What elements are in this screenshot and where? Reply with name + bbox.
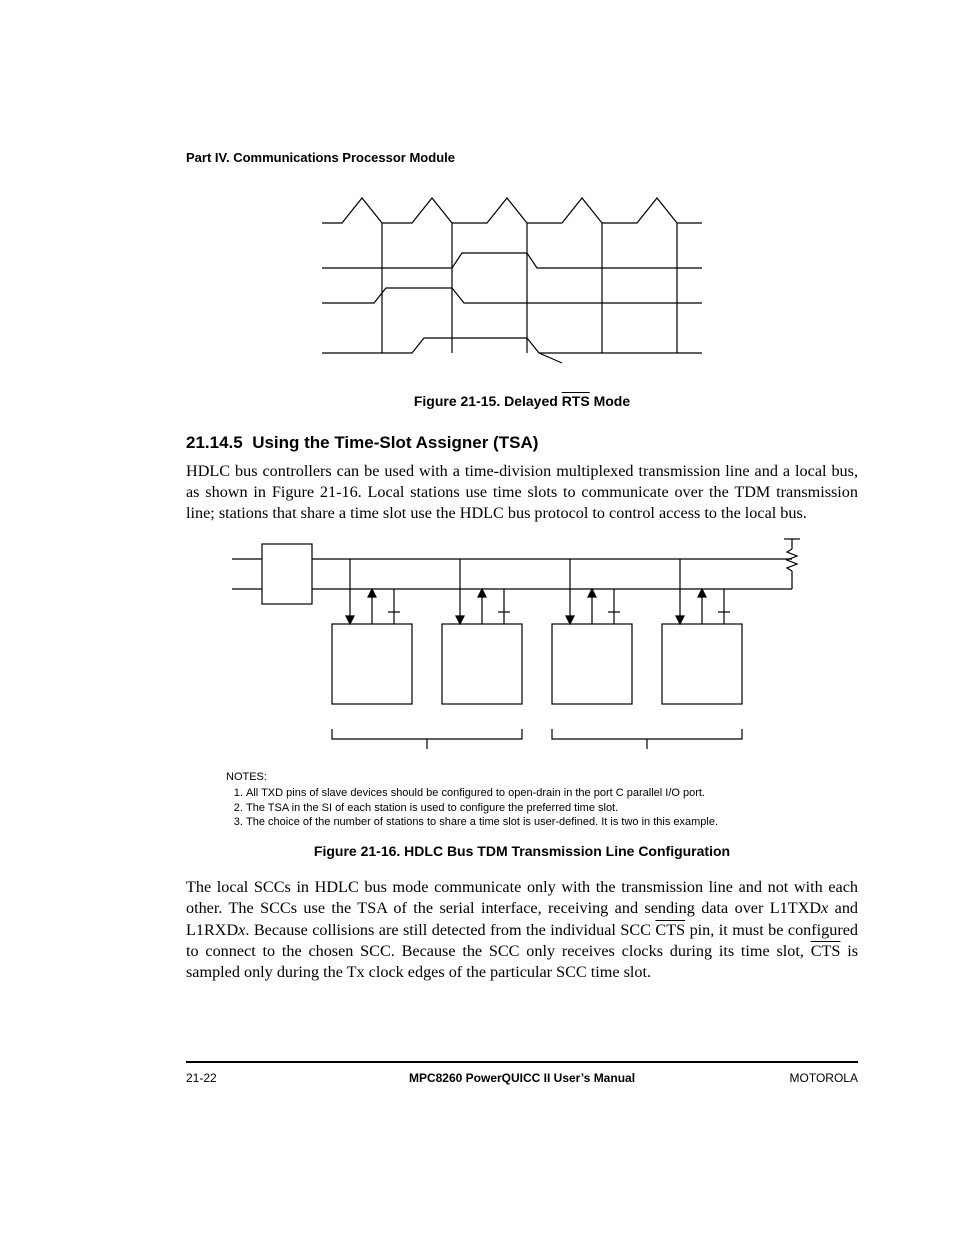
notes-label: NOTES: bbox=[226, 771, 267, 783]
figure-21-16-caption: Figure 21-16. HDLC Bus TDM Transmission … bbox=[186, 843, 858, 859]
figure-21-15-caption: Figure 21-15. Delayed RTS Mode bbox=[186, 393, 858, 409]
note-1: All TXD pins of slave devices should be … bbox=[246, 786, 858, 800]
part-header: Part IV. Communications Processor Module bbox=[186, 150, 858, 165]
paragraph-1: HDLC bus controllers can be used with a … bbox=[186, 461, 858, 524]
page-footer: 21-22 MPC8260 PowerQUICC II User’s Manua… bbox=[186, 1061, 858, 1085]
footer-page-number: 21-22 bbox=[186, 1071, 286, 1085]
caption-suffix: Mode bbox=[590, 393, 630, 409]
note-2: The TSA in the SI of each station is use… bbox=[246, 801, 858, 815]
figure-21-16-diagram bbox=[232, 534, 812, 764]
note-3: The choice of the number of stations to … bbox=[246, 815, 858, 829]
section-number: 21.14.5 bbox=[186, 433, 243, 452]
footer-brand: MOTOROLA bbox=[758, 1071, 858, 1085]
page: Part IV. Communications Processor Module… bbox=[0, 0, 954, 1235]
footer-manual-title: MPC8260 PowerQUICC II User’s Manual bbox=[286, 1071, 758, 1085]
section-heading: 21.14.5 Using the Time-Slot Assigner (TS… bbox=[186, 433, 858, 453]
paragraph-2: The local SCCs in HDLC bus mode communic… bbox=[186, 877, 858, 982]
caption-rts: RTS bbox=[562, 393, 590, 409]
section-title: Using the Time-Slot Assigner (TSA) bbox=[252, 433, 538, 452]
figure-21-15-diagram bbox=[302, 193, 742, 383]
figure-21-16-notes: NOTES: All TXD pins of slave devices sho… bbox=[226, 770, 858, 829]
caption-prefix: Figure 21-15. Delayed bbox=[414, 393, 562, 409]
